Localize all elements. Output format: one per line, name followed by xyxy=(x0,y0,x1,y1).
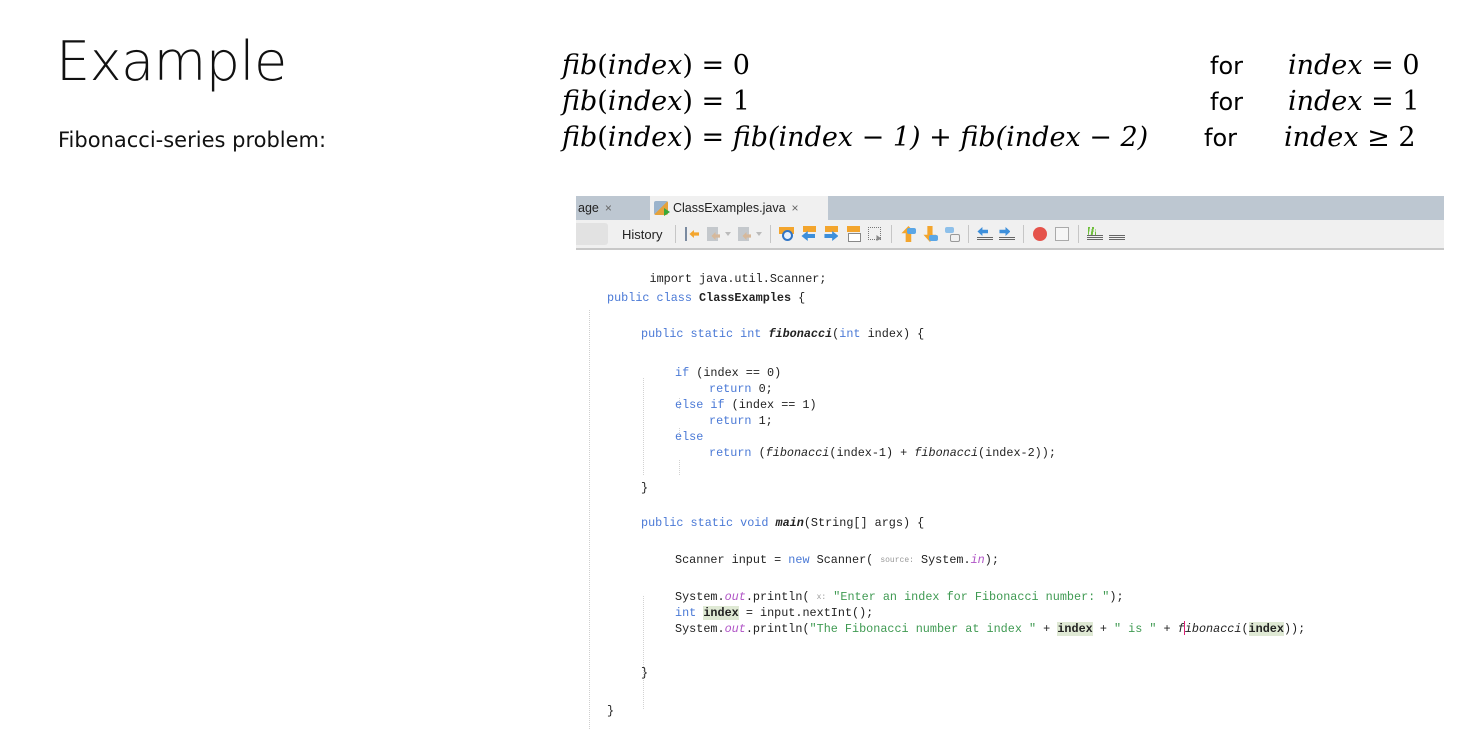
shift-left-icon[interactable] xyxy=(977,226,994,242)
shift-right-icon[interactable] xyxy=(999,226,1016,242)
previous-bookmark-icon[interactable] xyxy=(900,226,917,242)
code-line: System.out.println( x: "Enter an index f… xyxy=(675,590,1124,604)
formula-condition: index = 1 xyxy=(1288,86,1420,117)
source-tab-button[interactable] xyxy=(576,223,608,245)
close-icon[interactable]: × xyxy=(792,201,799,215)
editor-tab-bar: age × ClassExamples.java × xyxy=(576,196,1444,220)
code-line: Scanner input = new Scanner( source: Sys… xyxy=(675,553,999,567)
record-macro-icon[interactable] xyxy=(1032,226,1048,242)
tab-previous-file[interactable]: age × xyxy=(576,196,650,220)
code-line: if (index == 0) xyxy=(675,366,782,380)
formula-row: fib(index) = fib(index − 1) + fib(index … xyxy=(562,120,1442,156)
code-line: return (fibonacci(index-1) + fibonacci(i… xyxy=(709,446,1056,460)
close-icon[interactable]: × xyxy=(605,201,612,215)
code-line: import java.util.Scanner; xyxy=(649,272,827,286)
java-file-icon xyxy=(654,201,670,216)
code-line: int index = input.nextInt(); xyxy=(675,606,874,620)
highlighted-variable: index xyxy=(1057,622,1093,636)
last-edit-icon[interactable] xyxy=(684,226,701,242)
for-label: for xyxy=(1210,52,1243,80)
find-next-icon[interactable] xyxy=(823,226,839,242)
toolbar-separator xyxy=(968,225,970,243)
formula-condition: index = 0 xyxy=(1288,50,1420,81)
toggle-bookmark-icon[interactable] xyxy=(944,226,961,242)
for-label: for xyxy=(1210,88,1243,116)
indent-guide xyxy=(643,596,644,710)
formula-row: fib(index) = 0 for index = 0 xyxy=(562,48,1442,84)
code-line: System.out.println("The Fibonacci number… xyxy=(675,621,1306,636)
chevron-down-icon[interactable] xyxy=(756,226,763,242)
stop-macro-icon[interactable] xyxy=(1054,226,1070,242)
toolbar-separator xyxy=(1078,225,1080,243)
chevron-down-icon[interactable] xyxy=(725,226,732,242)
code-line: public static int fibonacci(int index) { xyxy=(641,327,925,341)
formula-row: fib(index) = 1 for index = 1 xyxy=(562,84,1442,120)
next-bookmark-icon[interactable] xyxy=(922,226,939,242)
code-line: } xyxy=(641,666,649,680)
code-line: else if (index == 1) xyxy=(675,398,817,412)
highlighted-variable: index xyxy=(1248,622,1284,636)
code-line: public class ClassExamples { xyxy=(607,291,806,305)
code-line: return 0; xyxy=(709,382,773,396)
parameter-hint: source: xyxy=(880,556,914,565)
tab-class-examples[interactable]: ClassExamples.java × xyxy=(650,196,828,220)
ide-editor-panel: age × ClassExamples.java × History impor… xyxy=(576,196,1444,754)
slide-title: Example xyxy=(56,30,287,93)
toolbar-separator xyxy=(1023,225,1025,243)
find-selection-icon[interactable] xyxy=(779,226,795,242)
code-line: else xyxy=(675,430,704,444)
code-line: return 1; xyxy=(709,414,773,428)
indent-guide xyxy=(679,460,680,476)
code-line: public static void main(String[] args) { xyxy=(641,516,925,530)
uncomment-icon[interactable] xyxy=(1109,226,1126,242)
find-previous-icon[interactable] xyxy=(801,226,817,242)
toolbar-separator xyxy=(675,225,677,243)
code-line: } xyxy=(607,704,615,718)
back-icon[interactable] xyxy=(706,226,722,242)
toolbar-separator xyxy=(891,225,893,243)
indent-guide xyxy=(643,378,644,476)
formula-condition: index ≥ 2 xyxy=(1284,122,1416,153)
for-label: for xyxy=(1204,124,1237,152)
highlighted-variable: index xyxy=(703,606,739,620)
fold-gutter xyxy=(589,310,590,730)
select-next-icon[interactable] xyxy=(845,226,862,242)
forward-icon[interactable] xyxy=(737,226,753,242)
toolbar-separator xyxy=(770,225,772,243)
history-tab-button[interactable]: History xyxy=(622,227,662,242)
parameter-hint: x: xyxy=(816,593,827,602)
rectangular-selection-icon[interactable] xyxy=(867,226,883,242)
editor-toolbar: History xyxy=(576,220,1444,250)
fibonacci-definition: fib(index) = 0 for index = 0 fib(index) … xyxy=(562,48,1442,156)
slide-subtitle: Fibonacci-series problem: xyxy=(58,128,327,152)
comment-icon[interactable] xyxy=(1087,226,1104,242)
code-line: } xyxy=(641,481,649,495)
